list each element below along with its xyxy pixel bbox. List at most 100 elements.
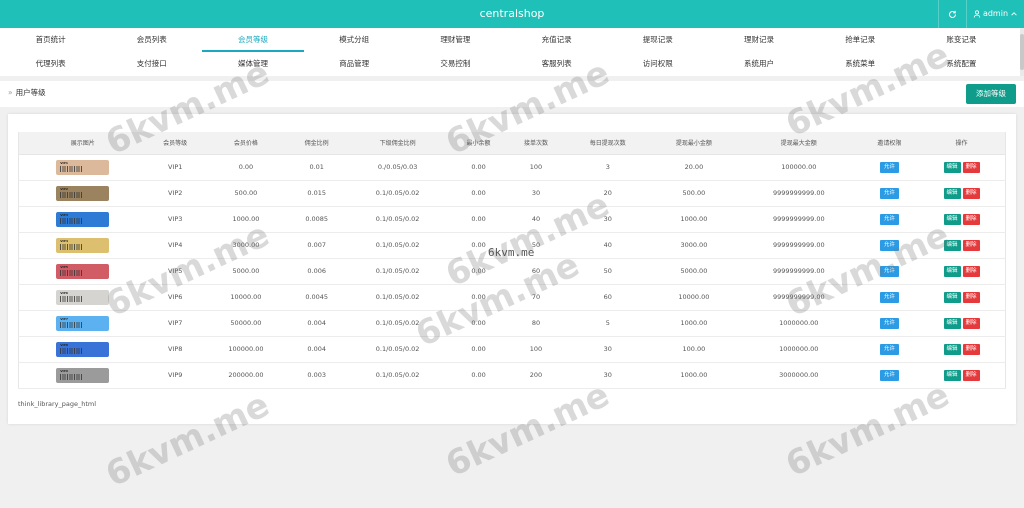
cell-price: 500.00	[203, 180, 288, 207]
delete-button[interactable]: 删除	[962, 187, 980, 199]
permission-button[interactable]: 允许	[879, 239, 899, 251]
menu-item[interactable]: 系统菜单	[810, 52, 911, 76]
cell-commission: 0.004	[287, 310, 346, 337]
menu-item[interactable]: 理财管理	[405, 28, 506, 52]
cell-sub-commission: 0.1/0.05/0.02	[345, 206, 450, 233]
menu-item[interactable]: 商品管理	[304, 52, 405, 76]
cell-min-balance: 0.00	[449, 180, 508, 207]
breadcrumb-bar: » 用户等级 添加等级	[0, 81, 1024, 107]
permission-cell: 允许	[860, 284, 919, 311]
table-row: VIP1 VIP1 0.00 0.01 0./0.05/0.03 0.00 100 3 20.0…	[18, 154, 1007, 181]
actions-cell: 编辑 删除	[918, 180, 1007, 207]
permission-button[interactable]: 允许	[879, 369, 899, 381]
menu-item[interactable]: 提现记录	[607, 28, 708, 52]
column-header: 会员价格	[203, 132, 288, 155]
permission-button[interactable]: 允许	[879, 213, 899, 225]
permission-button[interactable]: 允许	[879, 317, 899, 329]
level-card-image: VIP9	[56, 367, 110, 383]
permission-button[interactable]: 允许	[879, 265, 899, 277]
menu-item[interactable]: 模式分组	[304, 28, 405, 52]
menu-scrollbar[interactable]	[1020, 28, 1024, 76]
edit-button[interactable]: 编辑	[943, 187, 961, 199]
delete-button[interactable]: 删除	[962, 343, 980, 355]
level-card-image: VIP5	[56, 263, 110, 279]
menu-item[interactable]: 交易控制	[405, 52, 506, 76]
barcode-icon	[60, 373, 83, 380]
refresh-button[interactable]	[938, 0, 966, 28]
cell-withdraw-max: 9999999999.00	[736, 180, 861, 207]
cell-min-balance: 0.00	[449, 258, 508, 285]
cell-daily-withdrawals: 3	[564, 154, 651, 181]
column-header: 下级佣金比例	[345, 132, 450, 155]
edit-button[interactable]: 编辑	[943, 265, 961, 277]
edit-button[interactable]: 编辑	[943, 291, 961, 303]
cell-price: 1000.00	[203, 206, 288, 233]
menu-item[interactable]: 系统用户	[708, 52, 809, 76]
display-image-cell: VIP5	[18, 258, 147, 285]
menu-item[interactable]: 客服列表	[506, 52, 607, 76]
cell-withdraw-max: 3000000.00	[736, 362, 861, 389]
cell-commission: 0.01	[287, 154, 346, 181]
menu-item[interactable]: 充值记录	[506, 28, 607, 52]
edit-button[interactable]: 编辑	[943, 317, 961, 329]
permission-button[interactable]: 允许	[879, 291, 899, 303]
menu-item[interactable]: 系统配置	[911, 52, 1012, 76]
permission-button[interactable]: 允许	[879, 343, 899, 355]
edit-button[interactable]: 编辑	[943, 369, 961, 381]
menu-item[interactable]: 抢单记录	[810, 28, 911, 52]
add-level-button[interactable]: 添加等级	[966, 84, 1016, 104]
cell-level: VIP6	[146, 284, 204, 311]
delete-button[interactable]: 删除	[962, 239, 980, 251]
display-image-cell: VIP7	[18, 310, 147, 337]
permission-button[interactable]: 允许	[879, 161, 899, 173]
menu-item[interactable]: 账变记录	[911, 28, 1012, 52]
delete-button[interactable]: 删除	[962, 213, 980, 225]
menu-item[interactable]: 会员等级	[202, 28, 304, 52]
username: admin	[982, 9, 1009, 18]
barcode-icon	[60, 347, 83, 354]
delete-button[interactable]: 删除	[962, 369, 980, 381]
permission-cell: 允许	[860, 336, 919, 363]
cell-daily-withdrawals: 50	[564, 258, 651, 285]
table-row: VIP8 VIP8 100000.00 0.004 0.1/0.05/0.02 0.00 1…	[18, 336, 1007, 363]
cell-orders: 80	[507, 310, 565, 337]
delete-button[interactable]: 删除	[962, 161, 980, 173]
cell-price: 50000.00	[203, 310, 288, 337]
delete-button[interactable]: 删除	[962, 291, 980, 303]
level-card-image: VIP4	[56, 237, 110, 253]
actions-cell: 编辑 删除	[918, 206, 1007, 233]
cell-commission: 0.007	[287, 232, 346, 259]
card-label: VIP8	[60, 342, 68, 347]
edit-button[interactable]: 编辑	[943, 343, 961, 355]
user-menu[interactable]: admin	[966, 0, 1024, 28]
cell-price: 5000.00	[203, 258, 288, 285]
edit-button[interactable]: 编辑	[943, 213, 961, 225]
delete-button[interactable]: 删除	[962, 317, 980, 329]
cell-withdraw-min: 1000.00	[650, 310, 737, 337]
menu-item[interactable]: 支付接口	[101, 52, 202, 76]
actions-cell: 编辑 删除	[918, 232, 1007, 259]
menu-item[interactable]: 访问权限	[607, 52, 708, 76]
card-label: VIP2	[60, 186, 68, 191]
column-header: 邀请权限	[860, 132, 919, 155]
cell-commission: 0.015	[287, 180, 346, 207]
edit-button[interactable]: 编辑	[943, 239, 961, 251]
menu-item[interactable]: 代理列表	[0, 52, 101, 76]
menu-item[interactable]: 首页统计	[0, 28, 101, 52]
cell-sub-commission: 0.1/0.05/0.02	[345, 310, 450, 337]
delete-button[interactable]: 删除	[962, 265, 980, 277]
cell-daily-withdrawals: 40	[564, 232, 651, 259]
actions-cell: 编辑 删除	[918, 258, 1007, 285]
column-header: 会员等级	[146, 132, 204, 155]
level-card-image: VIP3	[56, 211, 110, 227]
edit-button[interactable]: 编辑	[943, 161, 961, 173]
display-image-cell: VIP1	[18, 154, 147, 181]
cell-price: 100000.00	[203, 336, 288, 363]
menu-item[interactable]: 理财记录	[708, 28, 809, 52]
menu-item[interactable]: 会员列表	[101, 28, 202, 52]
column-header: 最小余额	[449, 132, 508, 155]
cell-price: 200000.00	[203, 362, 288, 389]
cell-min-balance: 0.00	[449, 310, 508, 337]
permission-button[interactable]: 允许	[879, 187, 899, 199]
menu-item[interactable]: 媒体管理	[202, 52, 303, 76]
